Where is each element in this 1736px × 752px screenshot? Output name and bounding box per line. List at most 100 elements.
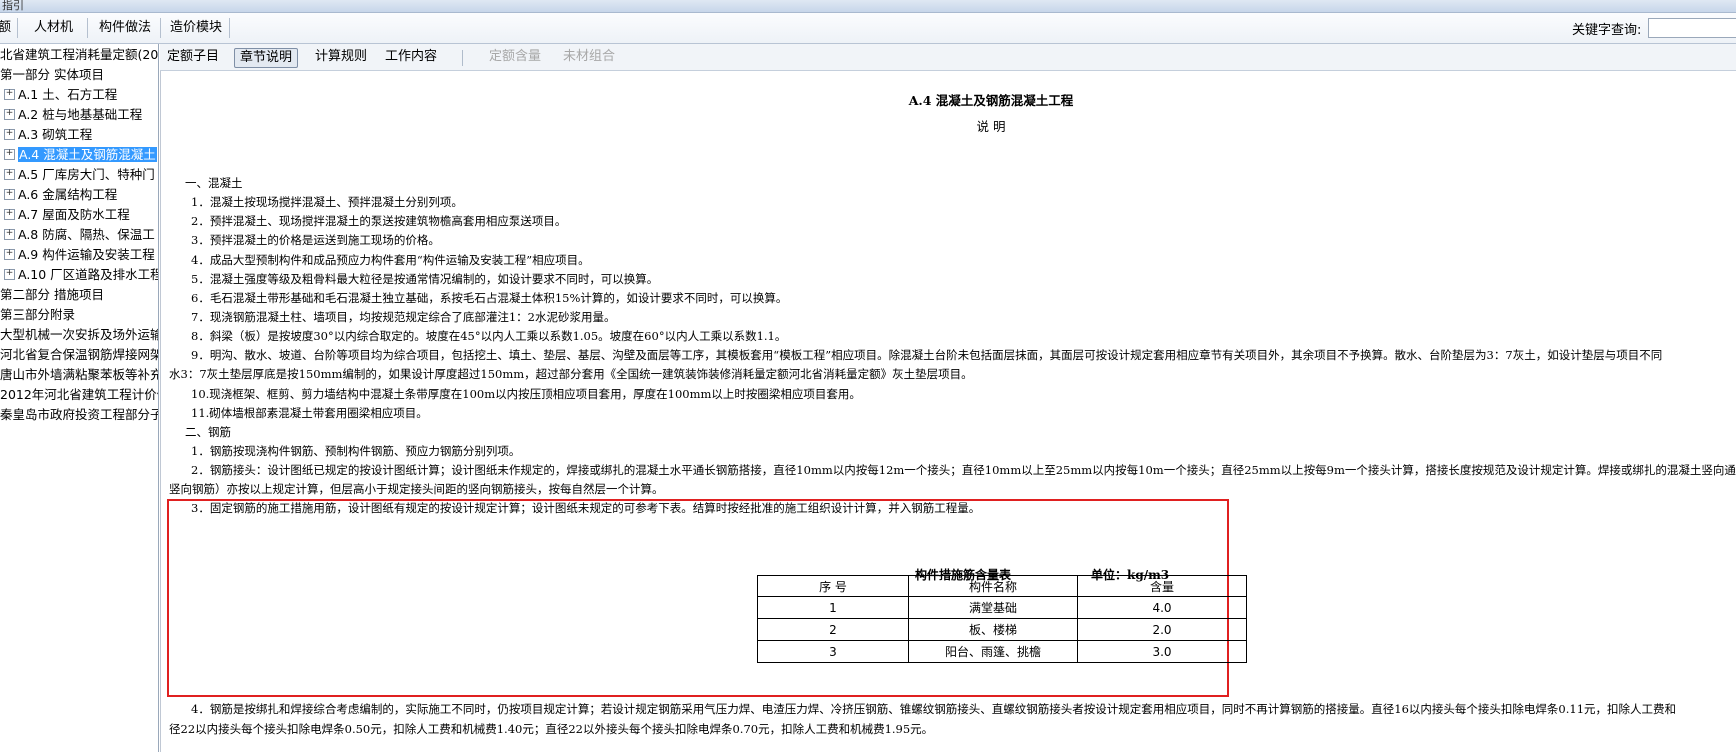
tree-item[interactable]: 唐山市外墙满粘聚苯板等补充	[0, 365, 159, 385]
tab-material-combo: 未材组合	[563, 49, 616, 64]
tree-item[interactable]: 第一部分 实体项目	[0, 65, 104, 85]
doc-line: 9．明沟、散水、坡道、台阶等项目均为综合项目，包括挖土、填土、垫层、基层、沟壁及…	[191, 348, 1663, 362]
toolbar-separator	[87, 18, 88, 38]
content-tabs: 定额子目 章节说明 计算规则 工作内容 定额含量 未材组合	[160, 44, 1736, 71]
tree-item-label: 2012年河北省建筑工程计价依	[0, 387, 159, 402]
table-row: 2 板、楼梯 2.0	[757, 618, 1247, 641]
expand-plus-icon[interactable]: +	[4, 109, 15, 120]
toolbar-item-component-method[interactable]: 构件做法	[95, 17, 155, 39]
doc-line: 1．钢筋按现浇构件钢筋、预制构件钢筋、预应力钢筋分别列项。	[191, 444, 521, 458]
toolbar-item-0[interactable]: 额	[0, 17, 15, 39]
tree-item-label: A.6 金属结构工程	[18, 187, 118, 202]
tree-item-label: A.8 防腐、隔热、保温工	[18, 227, 155, 242]
table-cell: 4.0	[1077, 596, 1247, 619]
tree-item[interactable]: 河北省复合保温钢筋焊接网架	[0, 345, 159, 365]
table-header-cell: 构件名称	[908, 575, 1078, 597]
tree-item[interactable]: + A.4 混凝土及钢筋混凝土	[4, 145, 157, 165]
doc-line: 1．混凝土按现场搅拌混凝土、预拌混凝土分别列项。	[191, 195, 463, 209]
toolbar-item-labor-material-machine[interactable]: 人材机	[30, 17, 77, 39]
table-header-cell: 含量	[1077, 575, 1247, 597]
expand-plus-icon[interactable]: +	[4, 229, 15, 240]
table-cell: 3	[757, 640, 909, 663]
table-cell: 2	[757, 618, 909, 641]
tree-item[interactable]: 第三部分附录	[0, 305, 75, 325]
table-cell: 板、楼梯	[908, 618, 1078, 641]
table-cell: 2.0	[1077, 618, 1247, 641]
tree-item[interactable]: + A.10 厂区道路及排水工程	[4, 265, 159, 285]
expand-plus-icon[interactable]: +	[4, 129, 15, 140]
doc-line: 水3：7灰土垫层厚底是按150mm编制的，如果设计厚度超过150mm，超过部分套…	[169, 367, 973, 381]
main-toolbar: 额 人材机 构件做法 造价模块 关键字查询:	[0, 13, 1736, 44]
expand-plus-icon[interactable]: +	[4, 269, 15, 280]
table-cell: 满堂基础	[908, 596, 1078, 619]
tree-item-label: A.1 土、石方工程	[18, 87, 118, 102]
rebar-content-table: 序 号构件名称 含量 1 满堂基础 4.0 2 板、楼梯 2.0 3 阳台、雨篷、挑檐 3.0	[757, 575, 1247, 663]
table-row: 3 阳台、雨篷、挑檐 3.0	[757, 640, 1247, 663]
table-row: 1 满堂基础 4.0	[757, 596, 1247, 619]
tree-item-label: 第三部分附录	[0, 307, 76, 322]
tree-item[interactable]: 第二部分 措施项目	[0, 285, 104, 305]
doc-line: 二、钢筋	[185, 425, 231, 439]
tree-item[interactable]: + A.1 土、石方工程	[4, 85, 117, 105]
tree-item[interactable]: + A.6 金属结构工程	[4, 185, 117, 205]
tree-item[interactable]: 秦皇岛市政府投资工程部分子	[0, 405, 158, 425]
tree-item-label: A.9 构件运输及安装工程	[18, 247, 155, 262]
toolbar-item-cost-module[interactable]: 造价模块	[166, 17, 226, 39]
doc-line: 径22以内接头每个接头扣除电焊条0.50元，扣除人工费和机械费1.40元；直径2…	[169, 722, 934, 736]
table-header-cell: 序 号	[757, 575, 909, 597]
doc-line: 一、混凝土	[185, 176, 243, 190]
tree-item[interactable]: 大型机械一次安拆及场外运输	[0, 325, 158, 345]
toolbar-separator	[17, 18, 18, 38]
table-cell: 1	[757, 596, 909, 619]
tree-item[interactable]: + A.7 屋面及防水工程	[4, 205, 130, 225]
doc-title: A.4 混凝土及钢筋混凝土工程	[908, 93, 1074, 108]
tree-item[interactable]: 2012年河北省建筑工程计价依	[0, 385, 159, 405]
expand-plus-icon[interactable]: +	[4, 189, 15, 200]
tree-item[interactable]: + A.3 砌筑工程	[4, 125, 92, 145]
table-cell: 3.0	[1077, 640, 1247, 663]
expand-plus-icon[interactable]: +	[4, 89, 15, 100]
tree-item-label: 河北省复合保温钢筋焊接网架	[0, 347, 159, 362]
tab-chapter-notes[interactable]: 章节说明	[234, 48, 299, 68]
doc-line: 2．钢筋接头：设计图纸已规定的按设计图纸计算；设计图纸未作规定的，焊接或绑扎的混…	[191, 463, 1736, 477]
tree-item-label: A.10 厂区道路及排水工程	[18, 267, 159, 282]
doc-subtitle: 说 明	[976, 119, 1006, 134]
expand-plus-icon[interactable]: +	[4, 209, 15, 220]
tree-item[interactable]: + A.2 桩与地基基础工程	[4, 105, 142, 125]
doc-line: 竖向钢筋）亦按以上规定计算，但层高小于规定接头间距的竖向钢筋接头，按每自然层一个…	[169, 482, 664, 496]
tree-item-label: A.4 混凝土及钢筋混凝土	[18, 147, 157, 162]
toolbar-separator	[229, 18, 230, 38]
tree-item-label: 北省建筑工程消耗量定额(2012	[0, 47, 159, 62]
tree-item-label: 第二部分 措施项目	[0, 287, 104, 302]
keyword-search-input[interactable]	[1648, 18, 1736, 38]
doc-line: 4．钢筋是按绑扎和焊接综合考虑编制的，实际施工不同时，仍按项目规定计算；若设计规…	[191, 702, 1677, 716]
keyword-search-label: 关键字查询:	[1572, 23, 1642, 38]
tree-item-label: 第一部分 实体项目	[0, 67, 104, 82]
table-header-row: 序 号构件名称 含量	[757, 575, 1247, 597]
doc-line: 4．成品大型预制构件和成品预应力构件套用“构件运输及安装工程”相应项目。	[191, 253, 590, 267]
document-viewer[interactable]: A.4 混凝土及钢筋混凝土工程 说 明 一、混凝土 1．混凝土按现场搅拌混凝土、预…	[160, 71, 1736, 752]
tab-quota-content: 定额含量	[489, 49, 542, 64]
doc-line: 11.砌体墙根部素混凝土带套用圈梁相应项目。	[191, 406, 428, 420]
window-title-text: 指引	[2, 0, 24, 12]
tree-item-label: 唐山市外墙满粘聚苯板等补充	[0, 367, 159, 382]
tab-work-content[interactable]: 工作内容	[380, 48, 442, 66]
expand-plus-icon[interactable]: +	[4, 149, 15, 160]
tree-item-label: A.5 厂库房大门、特种门	[18, 167, 155, 182]
doc-line: 2．预拌混凝土、现场搅拌混凝土的泵送按建筑物檐高套用相应泵送项目。	[191, 214, 567, 228]
tree-item[interactable]: + A.8 防腐、隔热、保温工	[4, 225, 155, 245]
doc-line: 8．斜梁（板）是按坡度30°以内综合取定的。坡度在45°以内人工乘以系数1.05…	[191, 329, 787, 343]
tree-item-label: A.7 屋面及防水工程	[18, 207, 130, 222]
doc-line: 10.现浇框架、框剪、剪力墙结构中混凝土条带厚度在100m以内按压顶相应项目套用…	[191, 387, 861, 401]
tree-item-label: A.2 桩与地基基础工程	[18, 107, 143, 122]
expand-plus-icon[interactable]: +	[4, 169, 15, 180]
tab-quota-items[interactable]: 定额子目	[162, 48, 224, 66]
doc-line: 7．现浇钢筋混凝土柱、墙项目，均按规范规定综合了底部灌注1：2水泥砂浆用量。	[191, 310, 616, 324]
toolbar-separator	[160, 18, 161, 38]
tree-item[interactable]: + A.9 构件运输及安装工程	[4, 245, 155, 265]
chapter-tree[interactable]: 北省建筑工程消耗量定额(2012 第一部分 实体项目 + A.1 土、石方工程 + A.2…	[0, 44, 159, 752]
tree-item[interactable]: 北省建筑工程消耗量定额(2012	[0, 45, 159, 65]
tree-item[interactable]: + A.5 厂库房大门、特种门	[4, 165, 155, 185]
expand-plus-icon[interactable]: +	[4, 249, 15, 260]
tab-calc-rules[interactable]: 计算规则	[310, 48, 372, 66]
